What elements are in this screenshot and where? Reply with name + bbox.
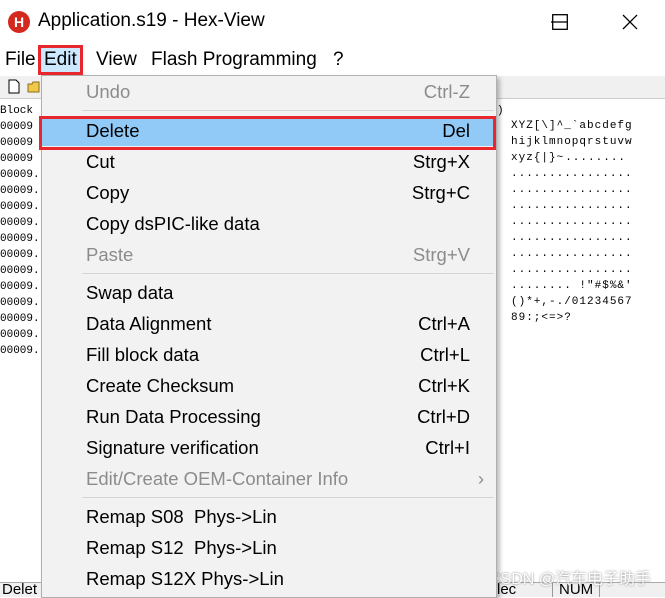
open-folder-icon[interactable] xyxy=(27,80,41,94)
address-cell: 00009. xyxy=(0,313,40,325)
menu-item-label: Remap S12X Phys->Lin xyxy=(86,568,284,589)
address-cell: 00009. xyxy=(0,169,40,181)
address-cell: 00009. xyxy=(0,281,40,293)
menu-item-oem-container[interactable]: Edit/Create OEM-Container Info › xyxy=(42,464,496,494)
close-button[interactable] xyxy=(607,0,653,44)
menu-item-label: Signature verification xyxy=(86,437,259,458)
menu-item-delete[interactable]: Delete Del xyxy=(42,116,496,146)
menu-item-swap-data[interactable]: Swap data xyxy=(42,278,496,308)
menu-item-copy-dspic[interactable]: Copy dsPIC-like data xyxy=(42,209,496,239)
menu-item-data-alignment[interactable]: Data Alignment Ctrl+A xyxy=(42,309,496,339)
menu-item-shortcut: Ctrl+D xyxy=(417,406,470,427)
window-title: Application.s19 - Hex-View xyxy=(38,10,265,31)
edit-menu-dropdown: Undo Ctrl-Z Delete Del Cut Strg+X Copy S… xyxy=(41,75,497,598)
menu-item-label: Remap S08 Phys->Lin xyxy=(86,506,277,527)
ascii-line: xyz{|}~........ xyxy=(511,152,627,164)
maximize-icon xyxy=(552,14,568,30)
menu-file[interactable]: File xyxy=(1,47,40,73)
menu-item-copy[interactable]: Copy Strg+C xyxy=(42,178,496,208)
ascii-line: hijklmnopqrstuvw xyxy=(511,136,633,148)
address-cell: 00009. xyxy=(0,265,40,277)
ascii-line: ................ xyxy=(511,248,633,260)
menu-item-label: Create Checksum xyxy=(86,375,235,396)
close-icon xyxy=(622,14,638,30)
menu-help[interactable]: ? xyxy=(329,47,348,73)
menu-item-remap-s12x[interactable]: Remap S12X Phys->Lin xyxy=(42,564,496,594)
menu-item-fill-block[interactable]: Fill block data Ctrl+L xyxy=(42,340,496,370)
address-column: Block 00009 00009 00009 00009. 00009. 00… xyxy=(0,103,40,359)
menu-item-shortcut: Strg+C xyxy=(411,182,470,203)
menu-bar: File Edit View Flash Programming ? xyxy=(0,44,665,75)
menu-flash-programming[interactable]: Flash Programming xyxy=(147,47,321,73)
status-left: Delet xyxy=(2,582,38,597)
menu-item-label: Cut xyxy=(86,151,115,172)
ascii-line: ................ xyxy=(511,168,633,180)
menu-item-shortcut: Strg+V xyxy=(412,244,470,265)
address-cell: 00009. xyxy=(0,329,40,341)
address-cell: 00009. xyxy=(0,233,40,245)
menu-item-label: Swap data xyxy=(86,282,174,303)
address-cell: 00009. xyxy=(0,185,40,197)
ascii-line: 89:;<=>? xyxy=(511,312,572,324)
maximize-button[interactable] xyxy=(537,0,583,44)
menu-item-remap-s08[interactable]: Remap S08 Phys->Lin xyxy=(42,502,496,532)
menu-item-label: Copy dsPIC-like data xyxy=(86,213,260,234)
watermark: CSDN @汽车电子助手 xyxy=(488,571,651,588)
menu-item-shortcut: Ctrl-Z xyxy=(423,81,470,102)
menu-item-shortcut: Ctrl+L xyxy=(420,344,470,365)
address-cell: 00009. xyxy=(0,201,40,213)
menu-item-label: Fill block data xyxy=(86,344,200,365)
menu-item-label: Data Alignment xyxy=(86,313,212,334)
menu-item-shortcut: Strg+X xyxy=(412,151,470,172)
menu-item-label: Delete xyxy=(86,120,140,141)
menu-separator xyxy=(82,110,494,111)
header-paren: ) xyxy=(497,105,504,117)
column-header: Block xyxy=(0,105,34,117)
address-cell: 00009 xyxy=(0,153,34,165)
menu-item-label: Run Data Processing xyxy=(86,406,261,427)
menu-item-create-checksum[interactable]: Create Checksum Ctrl+K xyxy=(42,371,496,401)
menu-separator xyxy=(82,273,494,274)
menu-item-undo[interactable]: Undo Ctrl-Z xyxy=(42,77,496,107)
title-bar: H Application.s19 - Hex-View xyxy=(0,0,665,44)
address-cell: 00009. xyxy=(0,249,40,261)
menu-item-label: Copy xyxy=(86,182,130,203)
new-file-icon[interactable] xyxy=(8,79,20,94)
menu-view[interactable]: View xyxy=(92,47,141,73)
menu-separator xyxy=(82,497,494,498)
menu-item-shortcut: Ctrl+I xyxy=(425,437,470,458)
menu-item-label: Undo xyxy=(86,81,131,102)
menu-item-label: Edit/Create OEM-Container Info xyxy=(86,468,349,489)
menu-item-run-data-processing[interactable]: Run Data Processing Ctrl+D xyxy=(42,402,496,432)
ascii-line: ................ xyxy=(511,184,633,196)
address-cell: 00009. xyxy=(0,297,40,309)
ascii-line: ................ xyxy=(511,232,633,244)
address-cell: 00009. xyxy=(0,217,40,229)
menu-item-signature-verification[interactable]: Signature verification Ctrl+I xyxy=(42,433,496,463)
menu-edit[interactable]: Edit xyxy=(38,45,83,75)
address-cell: 00009. xyxy=(0,345,40,357)
app-icon: H xyxy=(8,11,30,33)
ascii-line: ................ xyxy=(511,264,633,276)
ascii-line: ................ xyxy=(511,216,633,228)
menu-item-cut[interactable]: Cut Strg+X xyxy=(42,147,496,177)
ascii-column: XYZ[\]^_`abcdefg hijklmnopqrstuvw xyz{|}… xyxy=(511,118,633,326)
menu-item-paste[interactable]: Paste Strg+V xyxy=(42,240,496,270)
submenu-arrow-icon: › xyxy=(477,468,484,489)
address-cell: 00009 xyxy=(0,137,34,149)
menu-item-shortcut: Ctrl+K xyxy=(418,375,470,396)
menu-item-label: Remap S12 Phys->Lin xyxy=(86,537,277,558)
menu-item-shortcut: Del xyxy=(442,120,470,141)
address-cell: 00009 xyxy=(0,121,34,133)
menu-item-label: Paste xyxy=(86,244,134,265)
ascii-line: ()*+,-./01234567 xyxy=(511,296,633,308)
ascii-line: XYZ[\]^_`abcdefg xyxy=(511,120,633,132)
menu-item-shortcut: Ctrl+A xyxy=(418,313,470,334)
ascii-line: ................ xyxy=(511,200,633,212)
menu-item-remap-s12[interactable]: Remap S12 Phys->Lin xyxy=(42,533,496,563)
ascii-line: ........ !"#$%&' xyxy=(511,280,633,292)
